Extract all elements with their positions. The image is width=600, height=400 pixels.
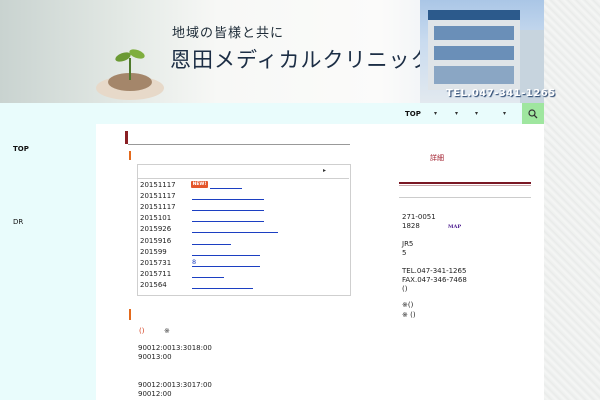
news-more-arrow-icon[interactable]: ▸ <box>323 167 326 174</box>
news-date: 20151117 <box>140 181 176 189</box>
news-date: 201564 <box>140 280 167 289</box>
hours-line-2: 90013:00 <box>138 353 172 361</box>
news-date: 2015916 <box>140 236 172 245</box>
hours-note-star: ※ <box>164 327 170 335</box>
news-date: 2015101 <box>140 214 172 223</box>
sidebar-note-1: ※() <box>402 301 414 309</box>
address: 1828 <box>402 222 420 230</box>
sidebar-divider-light <box>399 185 531 186</box>
sidebar-divider-dark <box>399 182 531 184</box>
news-date: 2015711 <box>140 269 172 278</box>
section-title-marker <box>125 131 128 144</box>
news-link[interactable] <box>192 265 260 267</box>
news-link-text[interactable]: 8 <box>192 258 196 266</box>
hours-line-3: 90012:0013:3017:00 <box>138 381 212 389</box>
postal-code: 271-0051 <box>402 213 436 221</box>
map-link[interactable]: MAP <box>448 224 461 230</box>
hours-note-paren: () <box>139 327 145 335</box>
search-button[interactable] <box>522 103 544 124</box>
detail-link[interactable]: 詳細 <box>430 153 444 163</box>
sidebar-item-top[interactable]: TOP <box>13 145 29 153</box>
news-link[interactable] <box>192 276 224 278</box>
access-walk: 5 <box>402 249 407 257</box>
news-link[interactable] <box>192 199 264 201</box>
news-date: 2015731 <box>140 258 172 267</box>
news-link[interactable] <box>192 287 253 289</box>
news-link[interactable] <box>192 243 231 245</box>
sidebar-tel[interactable]: TEL.047-341-1265 <box>402 267 466 275</box>
news-date: 20151117 <box>140 203 176 212</box>
nav-dropdown-2-chevron-down-icon[interactable]: ▾ <box>455 110 458 117</box>
nav-dropdown-1-chevron-down-icon[interactable]: ▾ <box>434 110 437 117</box>
news-link[interactable] <box>192 254 260 256</box>
sidebar-item-dr[interactable]: DR <box>13 218 23 226</box>
header-tel[interactable]: TEL.047-341-1265 <box>446 88 556 99</box>
nav-dropdown-4-chevron-down-icon[interactable]: ▾ <box>503 110 506 117</box>
new-badge: NEW! <box>191 181 208 188</box>
sidebar-paren-note: () <box>402 285 408 293</box>
news-link[interactable] <box>192 210 264 212</box>
hours-line-4: 90012:00 <box>138 390 172 398</box>
news-date: 20151117 <box>140 192 176 201</box>
sidebar-divider-thin <box>399 197 531 198</box>
nav-item-top[interactable]: TOP <box>405 110 421 118</box>
news-link[interactable] <box>192 232 278 234</box>
access-station: JR5 <box>402 240 414 248</box>
clinic-name-logo[interactable]: 恩田メディカルクリニック <box>170 44 433 74</box>
news-date: 2015926 <box>140 225 172 234</box>
news-heading-marker <box>129 151 131 160</box>
page-background-texture <box>544 0 600 400</box>
news-header-divider <box>138 178 349 179</box>
news-date: 201599 <box>140 247 167 256</box>
header-slogan: 地域の皆様と共に <box>172 26 285 41</box>
section-title-underline <box>128 144 350 145</box>
news-link[interactable] <box>210 188 242 189</box>
hours-heading-marker <box>129 309 131 320</box>
sidebar-note-2: ※ () <box>402 311 416 319</box>
news-link[interactable] <box>192 221 264 223</box>
seedling-hands-image <box>96 49 164 100</box>
sidebar-fax: FAX.047-346-7468 <box>402 276 467 284</box>
nav-dropdown-3-chevron-down-icon[interactable]: ▾ <box>475 110 478 117</box>
hours-line-1: 90012:0013:3018:00 <box>138 344 212 352</box>
search-icon <box>528 108 538 118</box>
